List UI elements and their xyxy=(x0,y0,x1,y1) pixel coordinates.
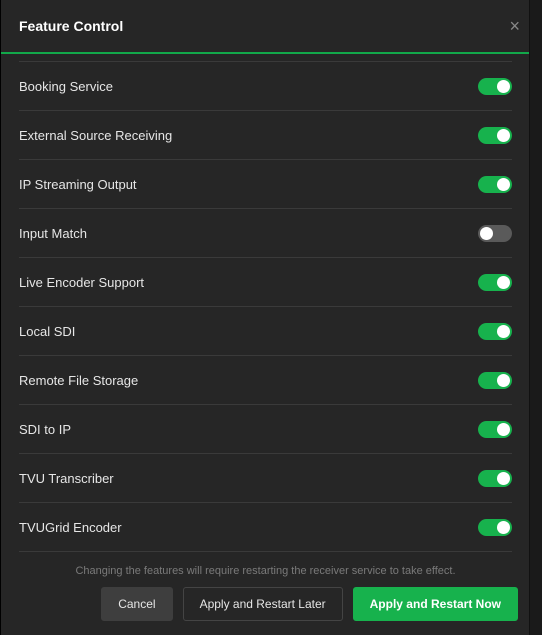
toggle-knob xyxy=(497,521,510,534)
scrollbar-thumb[interactable] xyxy=(532,110,540,420)
toggle-ip-streaming-output[interactable] xyxy=(478,176,512,193)
modal-header: Feature Control × xyxy=(1,0,542,54)
feature-label: Booking Service xyxy=(19,79,113,94)
feature-label: External Source Receiving xyxy=(19,128,172,143)
toggle-knob xyxy=(497,178,510,191)
footer-note: Changing the features will require resta… xyxy=(13,565,518,577)
modal-body: Booking Service External Source Receiving… xyxy=(1,54,530,561)
feature-label: TVUGrid Encoder xyxy=(19,520,122,535)
feature-row-external-source-receiving: External Source Receiving xyxy=(19,111,512,160)
cancel-button[interactable]: Cancel xyxy=(101,587,172,621)
close-icon[interactable]: × xyxy=(509,17,520,35)
toggle-knob xyxy=(497,129,510,142)
toggle-sdi-to-ip[interactable] xyxy=(478,421,512,438)
feature-label: IP Streaming Output xyxy=(19,177,137,192)
modal-title: Feature Control xyxy=(19,18,123,34)
feature-row-remote-file-storage: Remote File Storage xyxy=(19,356,512,405)
feature-label: Live Encoder Support xyxy=(19,275,144,290)
toggle-remote-file-storage[interactable] xyxy=(478,372,512,389)
feature-list: Booking Service External Source Receiving… xyxy=(19,54,512,552)
apply-restart-later-button[interactable]: Apply and Restart Later xyxy=(183,587,343,621)
feature-row-input-match: Input Match xyxy=(19,209,512,258)
feature-row-tvugrid-encoder: TVUGrid Encoder xyxy=(19,503,512,552)
toggle-external-source-receiving[interactable] xyxy=(478,127,512,144)
feature-label: Local SDI xyxy=(19,324,75,339)
toggle-knob xyxy=(497,423,510,436)
apply-restart-now-button[interactable]: Apply and Restart Now xyxy=(353,587,518,621)
list-top-divider xyxy=(19,54,512,62)
footer-buttons: Cancel Apply and Restart Later Apply and… xyxy=(13,587,518,621)
feature-row-sdi-to-ip: SDI to IP xyxy=(19,405,512,454)
toggle-tvugrid-encoder[interactable] xyxy=(478,519,512,536)
toggle-live-encoder-support[interactable] xyxy=(478,274,512,291)
feature-row-tvu-transcriber: TVU Transcriber xyxy=(19,454,512,503)
toggle-booking-service[interactable] xyxy=(478,78,512,95)
toggle-local-sdi[interactable] xyxy=(478,323,512,340)
feature-label: TVU Transcriber xyxy=(19,471,114,486)
toggle-input-match[interactable] xyxy=(478,225,512,242)
feature-label: Remote File Storage xyxy=(19,373,138,388)
feature-row-ip-streaming-output: IP Streaming Output xyxy=(19,160,512,209)
feature-label: SDI to IP xyxy=(19,422,71,437)
toggle-knob xyxy=(497,374,510,387)
feature-row-live-encoder-support: Live Encoder Support xyxy=(19,258,512,307)
toggle-tvu-transcriber[interactable] xyxy=(478,470,512,487)
feature-row-local-sdi: Local SDI xyxy=(19,307,512,356)
feature-control-modal: Feature Control × Booking Service Externa… xyxy=(0,0,542,635)
toggle-knob xyxy=(497,325,510,338)
toggle-knob xyxy=(497,80,510,93)
toggle-knob xyxy=(497,276,510,289)
feature-label: Input Match xyxy=(19,226,87,241)
feature-row-booking-service: Booking Service xyxy=(19,62,512,111)
modal-footer: Changing the features will require resta… xyxy=(1,561,530,635)
toggle-knob xyxy=(480,227,493,240)
toggle-knob xyxy=(497,472,510,485)
